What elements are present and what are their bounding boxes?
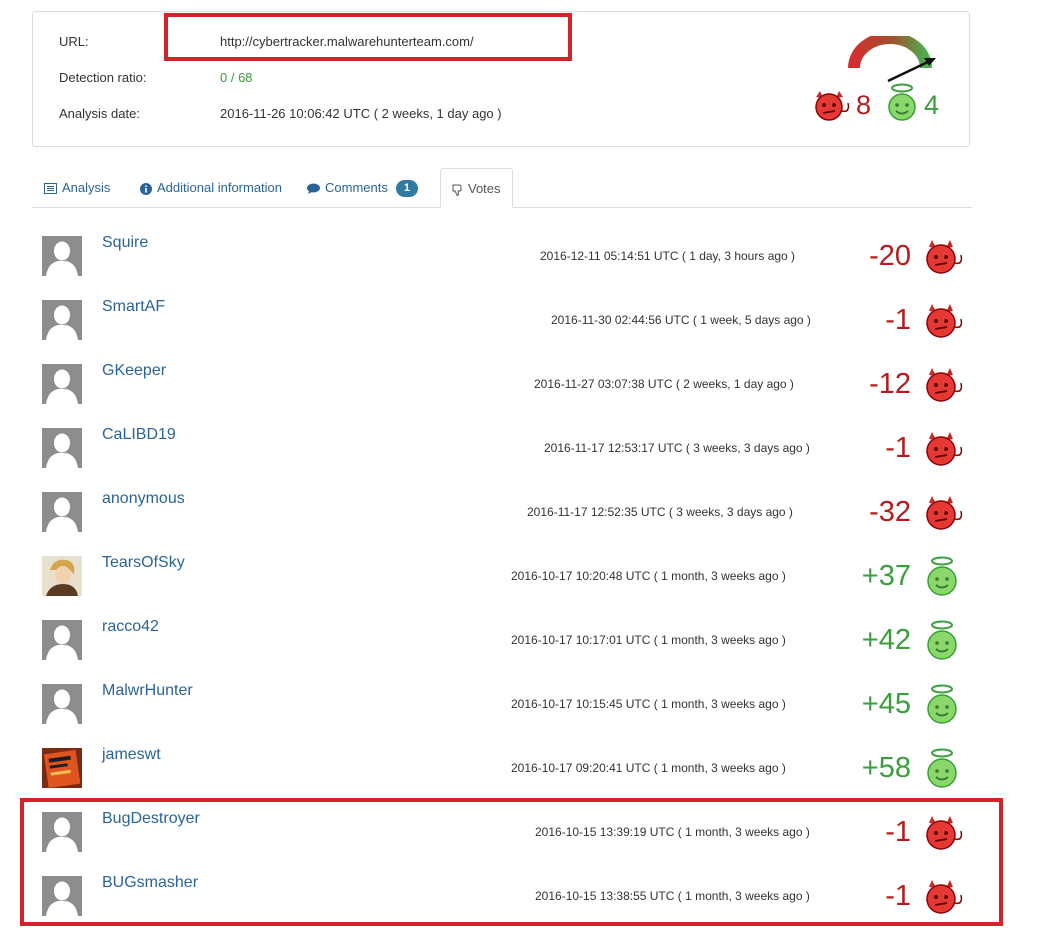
default-avatar-icon [42,364,82,404]
vote-row: Squire 2016-12-11 05:14:51 UTC ( 1 day, … [42,226,972,290]
vote-row: anonymous 2016-11-17 12:52:35 UTC ( 3 we… [42,482,972,546]
tab-votes[interactable]: Votes [440,168,513,208]
default-avatar-icon [42,492,82,532]
vote-score: +45 [861,688,911,720]
angel-icon [927,748,957,788]
vote-score: +37 [861,560,911,592]
tab-analysis-label: Analysis [62,180,111,195]
tab-additional-information[interactable]: Additional information [140,168,282,207]
vote-date: 2016-10-17 10:15:45 UTC ( 1 month, 3 wee… [511,697,786,711]
url-label: URL: [59,34,89,49]
devil-icon [926,496,963,530]
devil-icon [926,240,963,274]
devil-icon [926,304,963,338]
vote-score: -32 [869,496,911,528]
vote-score: +58 [861,752,911,784]
report-tabs: Analysis Additional information Comments… [32,168,972,208]
avatar[interactable] [42,236,82,276]
default-avatar-icon [42,620,82,660]
vote-username[interactable]: TearsOfSky [102,554,185,572]
devil-icon [815,91,850,121]
malicious-votes-count: 8 [856,90,872,120]
devil-icon [926,432,963,466]
tab-additional-information-label: Additional information [157,180,283,195]
vote-score: -20 [869,240,911,272]
avatar[interactable] [42,364,82,404]
detection-ratio-value: 0 / 68 [220,70,253,85]
list-icon [44,183,57,195]
default-avatar-icon [42,428,82,468]
user-photo-icon [42,556,82,596]
comments-count-badge: 1 [395,180,418,198]
vote-date: 2016-12-11 05:14:51 UTC ( 1 day, 3 hours… [540,249,796,263]
vote-username[interactable]: CaLIBD19 [102,426,176,444]
default-avatar-icon [42,684,82,724]
vote-date: 2016-10-17 10:20:48 UTC ( 1 month, 3 wee… [511,569,786,583]
comment-icon [307,183,320,195]
user-photo-icon [42,748,82,788]
vote-row: GKeeper 2016-11-27 03:07:38 UTC ( 2 week… [42,354,972,418]
tab-votes-label: Votes [468,181,501,196]
vote-username[interactable]: Squire [102,234,148,252]
vote-score: -1 [885,304,911,336]
vote-username[interactable]: SmartAF [102,298,165,316]
avatar[interactable] [42,492,82,532]
devil-icon [926,368,963,402]
default-avatar-icon [42,236,82,276]
vote-date: 2016-11-30 02:44:56 UTC ( 1 week, 5 days… [551,313,811,327]
vote-row: jameswt 2016-10-17 09:20:41 UTC ( 1 mont… [42,738,972,802]
vote-row: TearsOfSky 2016-10-17 10:20:48 UTC ( 1 m… [42,546,972,610]
analysis-date-label: Analysis date: [59,106,140,121]
vote-date: 2016-11-17 12:52:35 UTC ( 3 weeks, 3 day… [527,505,793,519]
vote-score: -1 [885,432,911,464]
angel-icon [927,684,957,724]
detection-ratio-label: Detection ratio: [59,70,147,85]
avatar[interactable] [42,620,82,660]
vote-username[interactable]: anonymous [102,490,185,508]
vote-username[interactable]: racco42 [102,618,159,636]
tab-comments-label: Comments [325,180,388,195]
vote-username[interactable]: MalwrHunter [102,682,193,700]
avatar[interactable] [42,748,82,788]
angel-icon [888,83,916,121]
vote-row: racco42 2016-10-17 10:17:01 UTC ( 1 mont… [42,610,972,674]
angel-icon [927,556,957,596]
default-avatar-icon [42,300,82,340]
vote-date: 2016-11-17 12:53:17 UTC ( 3 weeks, 3 day… [544,441,810,455]
vote-username[interactable]: jameswt [102,746,161,764]
vote-date: 2016-10-17 10:17:01 UTC ( 1 month, 3 wee… [511,633,786,647]
tab-analysis[interactable]: Analysis [44,168,110,207]
vote-score: +42 [861,624,911,656]
info-icon [140,182,152,195]
votes-highlight-box [20,798,1003,926]
analysis-date-value: 2016-11-26 10:06:42 UTC ( 2 weeks, 1 day… [220,106,502,121]
vote-score: -12 [869,368,911,400]
avatar[interactable] [42,684,82,724]
vote-row: MalwrHunter 2016-10-17 10:15:45 UTC ( 1 … [42,674,972,738]
vote-username[interactable]: GKeeper [102,362,166,380]
angel-icon [927,620,957,660]
avatar[interactable] [42,428,82,468]
url-highlight-box [164,13,572,61]
avatar[interactable] [42,556,82,596]
tab-comments[interactable]: Comments 1 [307,168,418,207]
vote-date: 2016-10-17 09:20:41 UTC ( 1 month, 3 wee… [511,761,786,775]
vote-row: CaLIBD19 2016-11-17 12:53:17 UTC ( 3 wee… [42,418,972,482]
vote-row: SmartAF 2016-11-30 02:44:56 UTC ( 1 week… [42,290,972,354]
avatar[interactable] [42,300,82,340]
thumbs-down-icon [452,184,462,196]
vote-date: 2016-11-27 03:07:38 UTC ( 2 weeks, 1 day… [534,377,794,391]
harmless-votes-count: 4 [924,90,940,120]
